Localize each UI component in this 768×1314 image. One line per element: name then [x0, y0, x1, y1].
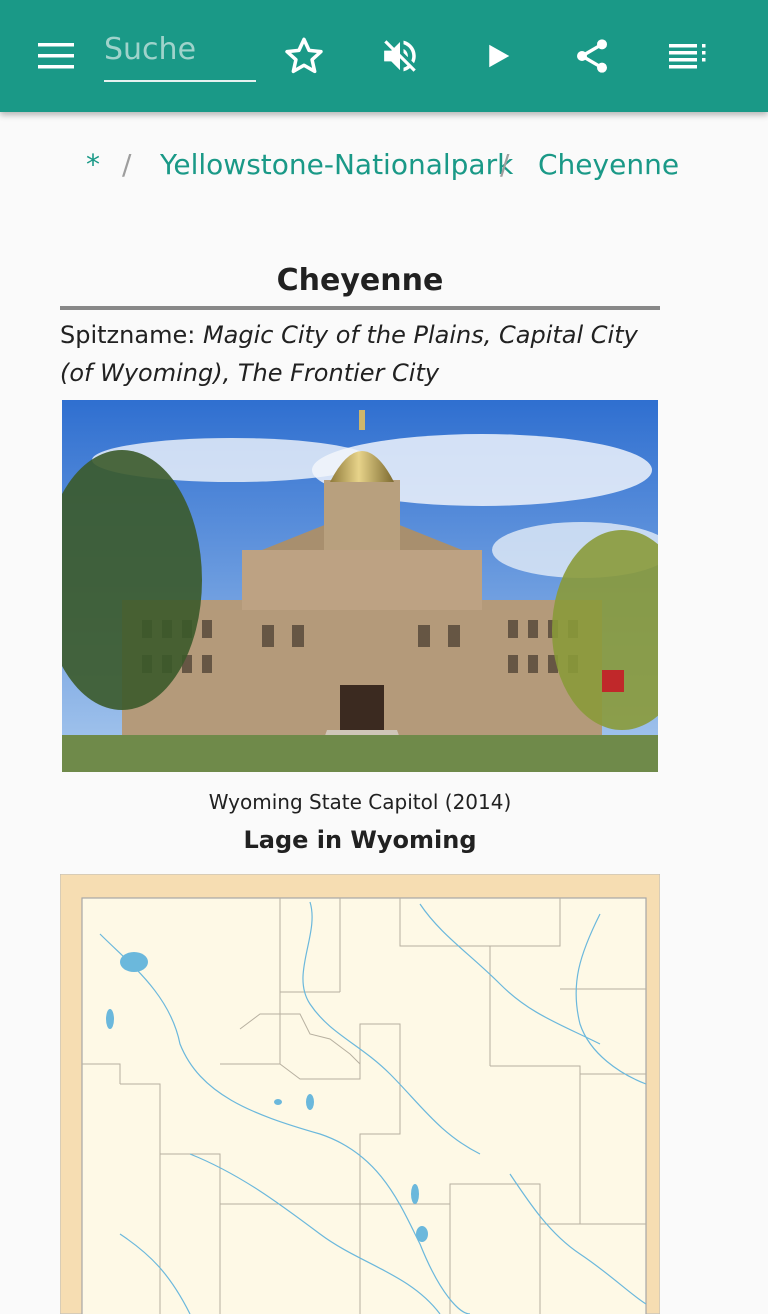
- mute-button[interactable]: [368, 24, 432, 88]
- breadcrumb-separator: /: [122, 148, 132, 181]
- title-divider: [60, 306, 660, 310]
- map-heading: Lage in Wyoming: [243, 826, 477, 854]
- app-bar: [0, 0, 768, 112]
- hamburger-menu-icon: [38, 43, 74, 69]
- breadcrumb-item-yellowstone[interactable]: Yellowstone-Nationalpark: [160, 148, 513, 181]
- table-of-contents-icon: [669, 44, 706, 69]
- photo-caption: Wyoming State Capitol (2014): [208, 790, 512, 814]
- nickname: Spitzname: Magic City of the Plains, Cap…: [60, 316, 660, 392]
- volume-off-icon: [384, 40, 416, 72]
- favorite-button[interactable]: [272, 24, 336, 88]
- wyoming-locator-map[interactable]: [60, 874, 660, 1314]
- share-button[interactable]: [560, 24, 624, 88]
- play-button[interactable]: [466, 24, 530, 88]
- page-title: Cheyenne: [276, 263, 444, 298]
- toc-button[interactable]: [656, 24, 720, 88]
- share-icon: [577, 39, 607, 73]
- capitol-photo[interactable]: [62, 400, 658, 772]
- breadcrumb-item-root[interactable]: *: [86, 148, 100, 181]
- nickname-label: Spitzname:: [60, 321, 196, 349]
- search-field[interactable]: [104, 22, 256, 82]
- play-icon: [489, 44, 510, 68]
- breadcrumb: * / Yellowstone-Nationalpark / Cheyenne: [0, 142, 768, 192]
- breadcrumb-item-cheyenne[interactable]: Cheyenne: [538, 148, 679, 181]
- menu-button[interactable]: [24, 24, 88, 88]
- search-input[interactable]: [104, 22, 256, 76]
- article-content: Cheyenne Spitzname: Magic City of the Pl…: [60, 258, 660, 1314]
- star-outline-icon: [285, 37, 323, 74]
- breadcrumb-separator: /: [500, 148, 510, 181]
